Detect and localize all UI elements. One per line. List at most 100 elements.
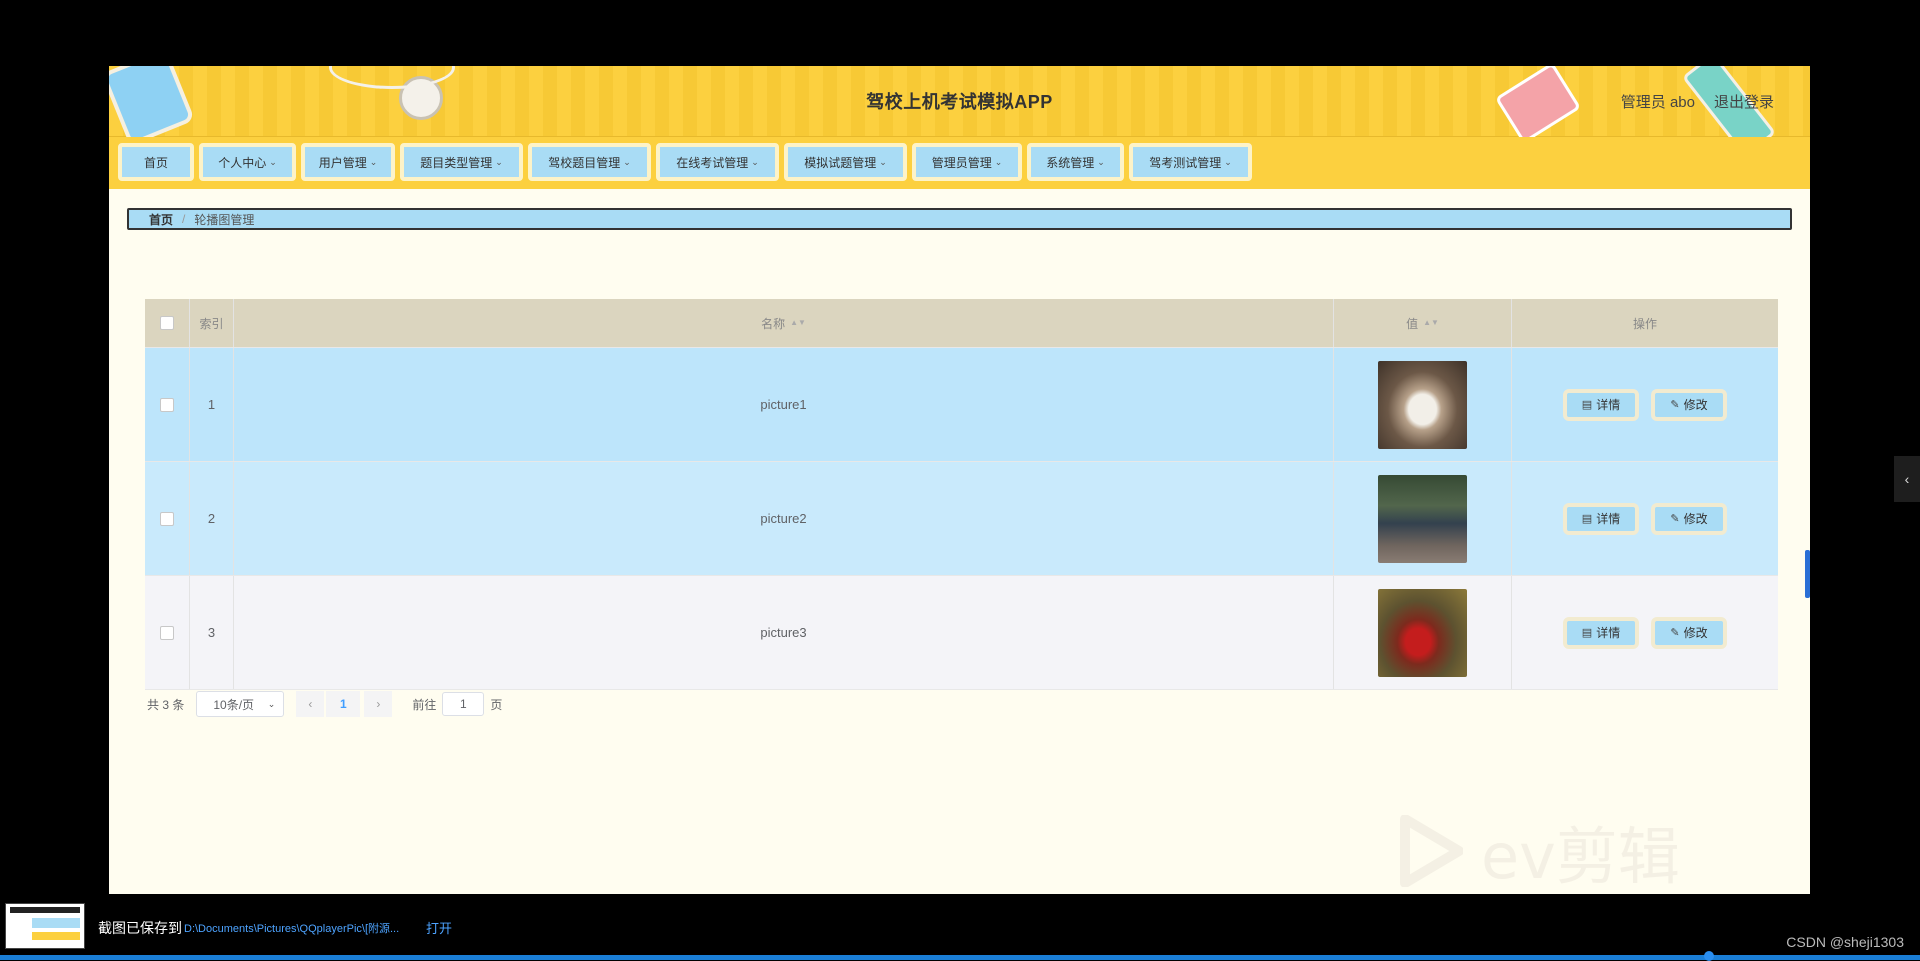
goto-label: 前往: [412, 697, 437, 712]
nav-item-home[interactable]: 首页: [118, 143, 194, 181]
chevron-down-icon: ⌄: [879, 156, 887, 167]
nav-item-label: 驾校题目管理: [548, 155, 621, 170]
nav-item-label: 题目类型管理: [420, 155, 493, 170]
scrollbar-handle[interactable]: [1805, 550, 1810, 598]
screenshot-thumbnail[interactable]: [5, 903, 85, 949]
chevron-down-icon: ⌄: [267, 698, 276, 709]
header-value-label: 值: [1406, 316, 1419, 331]
document-icon: ▤: [1581, 627, 1593, 639]
nav-item-label: 管理员管理: [931, 155, 992, 170]
nav-item-user-management[interactable]: 用户管理 ⌄: [301, 143, 395, 181]
nav-item-system-management[interactable]: 系统管理 ⌄: [1027, 143, 1124, 181]
header-banner: 驾校上机考试模拟APP 管理员 abo 退出登录: [109, 66, 1810, 158]
notification-open-link[interactable]: 打开: [426, 918, 452, 937]
row-checkbox[interactable]: [160, 511, 174, 526]
thumbnail-row: [32, 918, 80, 928]
detail-button-label: 详情: [1596, 512, 1621, 526]
nav-item-question-type-management[interactable]: 题目类型管理 ⌄: [400, 143, 523, 181]
watermark: ev剪辑: [1399, 806, 1680, 894]
app-window: 驾校上机考试模拟APP 管理员 abo 退出登录 首页 个人中心 ⌄ 用户管理 ⌄ …: [109, 66, 1810, 894]
carousel-table: 索引 名称 ▲▼ 值 ▲▼ 操作 1 picture1 ▤详情 ✎修改 2: [145, 299, 1778, 690]
breadcrumb-home-link[interactable]: 首页: [149, 211, 173, 228]
thumbnail-row: [32, 932, 80, 940]
watermark-text: ev剪辑: [1481, 820, 1680, 893]
detail-button[interactable]: ▤ 详情: [1563, 388, 1639, 421]
nav-item-label: 模拟试题管理: [804, 155, 877, 170]
chevron-down-icon: ⌄: [369, 156, 378, 167]
edit-button[interactable]: ✎ 修改: [1651, 502, 1727, 535]
edit-button-label: 修改: [1683, 626, 1708, 640]
notification-path-link[interactable]: D:\Documents\Pictures\QQplayerPic\[附源...: [184, 920, 399, 936]
edit-button[interactable]: ✎ 修改: [1651, 616, 1727, 649]
edit-button[interactable]: ✎ 修改: [1651, 388, 1727, 421]
row-name: picture2: [234, 462, 1334, 575]
row-index: 2: [190, 462, 234, 575]
detail-button[interactable]: ▤ 详情: [1563, 616, 1639, 649]
row-checkbox[interactable]: [160, 397, 174, 412]
row-index: 1: [190, 348, 234, 461]
nav-item-admin-management[interactable]: 管理员管理 ⌄: [912, 143, 1022, 181]
chevron-down-icon: ⌄: [751, 156, 759, 167]
page-unit-label: 页: [490, 697, 503, 712]
table-row: 3 picture3 ▤ 详情 ✎ 修改: [145, 576, 1778, 690]
row-value-cell: [1334, 348, 1512, 461]
row-value-cell: [1334, 576, 1512, 689]
nav-item-label: 驾考测试管理: [1149, 155, 1222, 170]
row-checkbox[interactable]: [160, 625, 174, 640]
side-panel-toggle[interactable]: ‹: [1894, 456, 1920, 502]
notification-message: 截图已保存到: [98, 920, 182, 936]
header-name[interactable]: 名称 ▲▼: [234, 299, 1334, 347]
sort-icon[interactable]: ▲▼: [1423, 319, 1439, 327]
page-number-current[interactable]: 1: [326, 691, 361, 717]
nav-item-school-question-management[interactable]: 驾校题目管理 ⌄: [528, 143, 651, 181]
document-icon: ▤: [1581, 399, 1593, 411]
header-index: 索引: [190, 299, 234, 347]
nav-item-label: 用户管理: [318, 155, 367, 170]
pencil-icon: ✎: [1670, 399, 1680, 411]
nav-item-label: 系统管理: [1046, 155, 1095, 170]
page-size-select[interactable]: 10条/页 ⌄: [196, 691, 285, 717]
chevron-right-icon: ›: [376, 697, 381, 711]
car-photo-thumbnail[interactable]: [1378, 360, 1467, 449]
pagination-total: 共 3 条: [147, 697, 185, 712]
goto-page-input[interactable]: [442, 692, 485, 716]
breadcrumb: 首页 / 轮播图管理: [127, 208, 1792, 230]
chevron-down-icon: ⌄: [495, 156, 503, 167]
chevron-down-icon: ⌄: [269, 156, 277, 167]
pencil-icon: ✎: [1670, 627, 1680, 639]
header-actions: 操作: [1632, 316, 1657, 331]
edit-button-label: 修改: [1683, 512, 1708, 526]
chevron-down-icon: ⌄: [1097, 156, 1105, 167]
nav-item-label: 个人中心: [218, 155, 267, 170]
sort-icon[interactable]: ▲▼: [790, 319, 806, 327]
car-photo-thumbnail[interactable]: [1378, 474, 1467, 563]
pagination: 共 3 条 10条/页 ⌄ ‹ 1 › 前往 页: [147, 691, 502, 717]
nav-item-mock-exam-management[interactable]: 模拟试题管理 ⌄: [784, 143, 907, 181]
row-select-cell: [145, 576, 190, 689]
header-value[interactable]: 值 ▲▼: [1334, 299, 1512, 347]
row-actions: ▤ 详情 ✎ 修改: [1512, 576, 1778, 689]
prev-page-button[interactable]: ‹: [296, 691, 325, 717]
nav-item-label: 在线考试管理: [676, 155, 749, 170]
logout-link[interactable]: 退出登录: [1714, 91, 1774, 112]
detail-button-label: 详情: [1596, 626, 1621, 640]
nav-item-online-exam-management[interactable]: 在线考试管理 ⌄: [656, 143, 779, 181]
select-all-checkbox[interactable]: [160, 316, 174, 330]
car-photo-thumbnail[interactable]: [1378, 588, 1467, 677]
document-icon: ▤: [1581, 513, 1593, 525]
chevron-left-icon: ‹: [308, 697, 313, 711]
row-actions: ▤ 详情 ✎ 修改: [1512, 462, 1778, 575]
nav-item-driving-test-management[interactable]: 驾考测试管理 ⌄: [1129, 143, 1252, 181]
detail-button[interactable]: ▤ 详情: [1563, 502, 1639, 535]
nav-item-label: 首页: [143, 155, 168, 170]
page-size-value: 10条/页: [213, 697, 255, 712]
next-page-button[interactable]: ›: [364, 691, 393, 717]
pencil-icon: ✎: [1670, 513, 1680, 525]
nav-item-personal-center[interactable]: 个人中心 ⌄: [199, 143, 296, 181]
row-actions: ▤ 详情 ✎ 修改: [1512, 348, 1778, 461]
thumbnail-bar: [10, 907, 80, 913]
play-logo-icon: [1400, 815, 1463, 887]
header-name-label: 名称: [761, 316, 786, 331]
chevron-down-icon: ⌄: [994, 156, 1003, 167]
playback-progress-bar[interactable]: [0, 955, 1920, 960]
